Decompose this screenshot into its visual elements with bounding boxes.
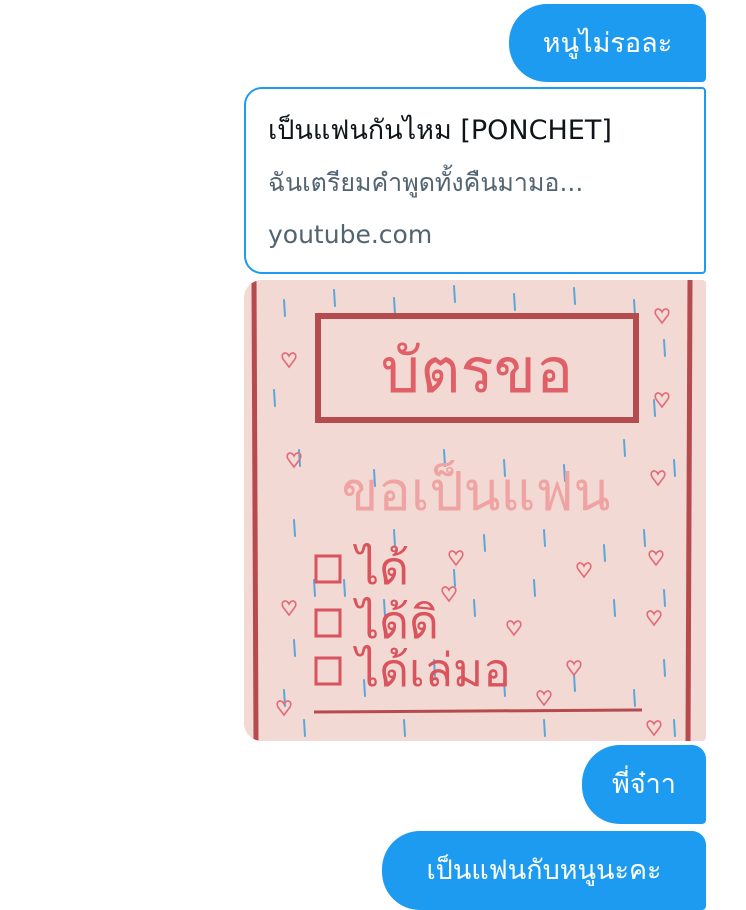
option-3: ได้เล่มอ: [352, 644, 511, 696]
rain-dash: [573, 674, 576, 692]
rain-dash: [543, 719, 546, 737]
rain-dash: [333, 289, 336, 307]
rain-dash: [603, 544, 606, 562]
rain-dash: [513, 293, 516, 311]
message-bubble-sent[interactable]: พี่จ๋าา: [582, 745, 706, 824]
rain-dash: [653, 399, 656, 417]
rain-dash: [673, 719, 676, 737]
rain-dash: [643, 529, 646, 547]
message-bubble-sent[interactable]: เป็นแฟนกับหนูนะคะ: [382, 831, 706, 910]
image-attachment[interactable]: บัตรขอ ขอเป็นแฟน ได้ ได้ดิ ได้เล่มอ: [244, 280, 706, 741]
image-question: ขอเป็นแฟน: [342, 460, 611, 522]
link-preview-card[interactable]: เป็นแฟนกันไหม [PONCHET] ฉันเตรียมคำพูดทั…: [244, 87, 706, 274]
rain-dash: [293, 519, 296, 537]
rain-dash: [393, 297, 396, 315]
rain-dash: [293, 639, 296, 657]
rain-dash: [623, 439, 626, 457]
rain-dash: [403, 719, 406, 737]
rain-dash: [613, 599, 616, 617]
message-bubble-sent[interactable]: หนูไม่รอละ: [509, 4, 706, 82]
hand-drawn-card-image: บัตรขอ ขอเป็นแฟน ได้ ได้ดิ ได้เล่มอ: [244, 280, 706, 741]
image-card-title: บัตรขอ: [381, 337, 574, 406]
rain-dash: [573, 287, 576, 305]
message-text: พี่จ๋าา: [612, 769, 676, 800]
rain-dash: [343, 579, 346, 597]
rain-dash: [303, 719, 306, 737]
rain-dash: [453, 569, 456, 587]
rain-dash: [453, 285, 456, 303]
rain-dash: [633, 689, 636, 707]
link-title: เป็นแฟนกันไหม [PONCHET]: [268, 115, 612, 146]
link-domain: youtube.com: [268, 220, 433, 249]
link-description: ฉันเตรียมคำพูดทั้งคืนมามอ...: [268, 168, 584, 197]
rain-dash: [663, 589, 666, 607]
rain-dash: [473, 599, 476, 617]
rain-dash: [663, 339, 666, 357]
rain-dash: [283, 299, 286, 317]
rain-dash: [673, 459, 676, 477]
option-1: ได้: [352, 542, 409, 594]
option-2: ได้ดิ: [352, 596, 439, 648]
rain-dash: [273, 389, 276, 407]
rain-dash: [543, 529, 546, 547]
message-text: เป็นแฟนกับหนูนะคะ: [426, 855, 662, 886]
rain-dash: [483, 534, 486, 552]
message-text: หนูไม่รอละ: [542, 27, 673, 59]
rain-dash: [533, 579, 536, 597]
rain-dash: [663, 659, 666, 677]
